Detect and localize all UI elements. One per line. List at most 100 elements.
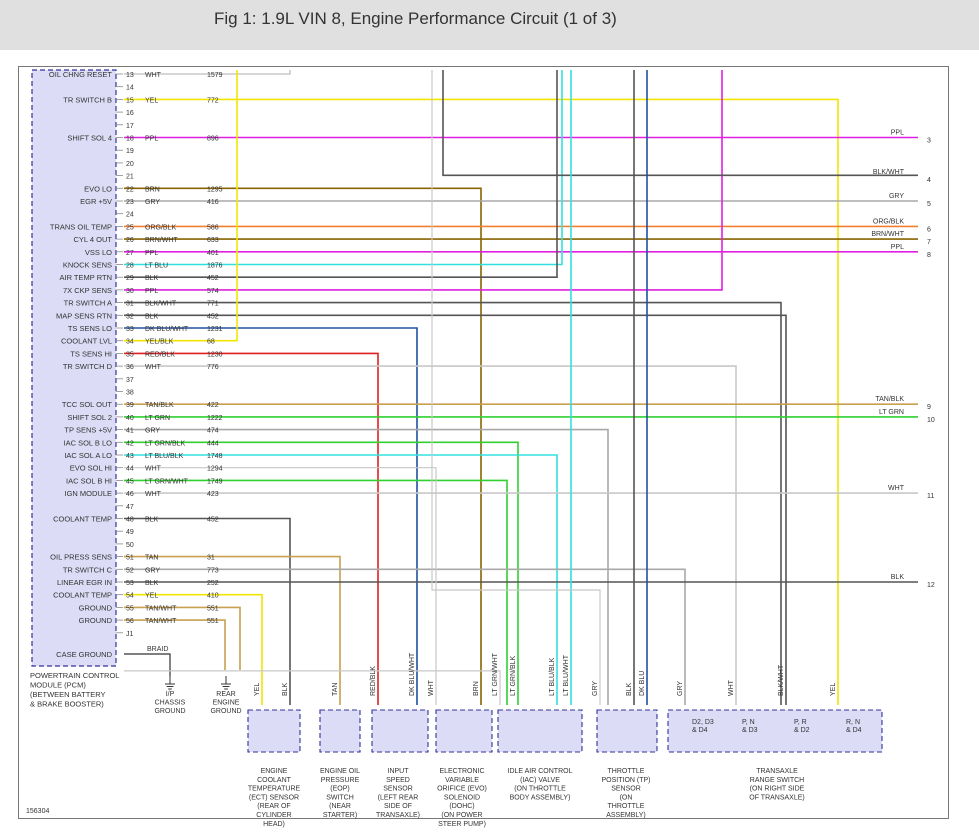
pcm-pin-label: AIR TEMP RTN xyxy=(59,273,112,282)
circuit-number: 452 xyxy=(207,275,219,282)
component-label: (REAR OF xyxy=(257,803,290,810)
wire-color-label: DK BLU/WHT xyxy=(145,326,189,333)
circuit-number: 452 xyxy=(207,517,219,524)
pin-number: 54 xyxy=(126,593,134,600)
pcm-pin-label: KNOCK SENS xyxy=(63,261,112,270)
right-wire-label: BRN/WHT xyxy=(871,231,904,238)
pcm-pin-label: TRANS OIL TEMP xyxy=(50,222,112,231)
pin-number: 22 xyxy=(126,186,134,193)
circuit-number: 68 xyxy=(207,339,215,346)
pcm-wire xyxy=(124,314,787,705)
pcm-pin-label: GROUND xyxy=(79,603,113,612)
pin-number: 46 xyxy=(126,491,134,498)
component-label: POSITION (TP) xyxy=(602,777,651,784)
right-wire-label: TAN/BLK xyxy=(875,396,904,403)
component-label: IDLE AIR CONTROL xyxy=(508,768,573,775)
wiring-diagram: OIL CHNG RESET 13 WHT 1579 14 TR SWITCH B 15 YE… xyxy=(18,66,949,828)
circuit-number: 633 xyxy=(207,237,219,244)
wire-color-label: BLK xyxy=(145,580,159,587)
circuit-number: 1876 xyxy=(207,263,223,270)
wire-color-label: YEL xyxy=(145,97,158,104)
pcm-pin-label: OIL CHNG RESET xyxy=(49,70,112,79)
component-wire-label: WHT xyxy=(728,679,735,696)
circuit-number: 31 xyxy=(207,555,215,562)
wire-color-label: GRY xyxy=(145,199,160,206)
pcm-wire xyxy=(124,428,609,705)
pin-number: 20 xyxy=(126,161,134,168)
component-label: SPEED xyxy=(386,777,410,784)
pin-number: 31 xyxy=(126,301,134,308)
component-label: (ON RIGHT SIDE xyxy=(750,786,805,793)
pcm-pin-label: SHIFT SOL 4 xyxy=(67,134,112,143)
pin-number: 29 xyxy=(126,275,134,282)
pcm-pin-label: SHIFT SOL 2 xyxy=(67,413,112,422)
switch-position-label: D2, D3 xyxy=(692,719,714,726)
pin-number: 42 xyxy=(126,440,134,447)
component-label: ENGINE xyxy=(261,768,288,775)
pcm-pin-label: COOLANT TEMP xyxy=(53,515,112,524)
pcm-pin-label: 7X CKP SENS xyxy=(63,286,112,295)
pin-number: 56 xyxy=(126,618,134,625)
component-label: OF TRANSAXLE) xyxy=(749,794,805,801)
circuit-number: 1231 xyxy=(207,326,223,333)
page-ref-number: 6 xyxy=(927,226,931,233)
pcm-description: & BRAKE BOOSTER) xyxy=(30,700,104,709)
component-wire-label: DK BLU/WHT xyxy=(409,652,416,696)
pcm-pin-label: TS SENS LO xyxy=(68,324,112,333)
pcm-pin-label: VSS LO xyxy=(85,248,112,257)
component-label: TRANSAXLE xyxy=(756,768,798,775)
wire-color-label: LT BLU xyxy=(145,263,168,270)
right-wire-label: LT GRN xyxy=(879,409,904,416)
pin-number: 28 xyxy=(126,263,134,270)
switch-position-label: & D3 xyxy=(742,727,758,734)
braid-label: BRAID xyxy=(147,646,168,653)
pcm-pin-label: OIL PRESS SENS xyxy=(50,553,112,562)
component-label: SENSOR xyxy=(383,786,413,793)
pin-number: J1 xyxy=(126,631,134,638)
circuit-number: 474 xyxy=(207,428,219,435)
pcm-description: POWERTRAIN CONTROL xyxy=(30,671,119,680)
pin-number: 39 xyxy=(126,402,134,409)
pin-number: 19 xyxy=(126,148,134,155)
pcm-description: MODULE (PCM) xyxy=(30,681,86,690)
wire-color-label: GRY xyxy=(145,567,160,574)
pcm-pin-label: GROUND xyxy=(79,616,113,625)
right-wire-label: PPL xyxy=(891,244,904,251)
pin-number: 47 xyxy=(126,504,134,511)
component-box xyxy=(371,709,429,753)
pin-number: 21 xyxy=(126,174,134,181)
pin-number: 26 xyxy=(126,237,134,244)
feed-wire xyxy=(431,70,601,705)
component-label: PRESSURE xyxy=(321,777,360,784)
component-label: (ECT) SENSOR xyxy=(249,794,299,801)
wire-color-label: LT GRN/WHT xyxy=(145,478,189,485)
wire-color-label: BLK xyxy=(145,275,159,282)
pin-number: 37 xyxy=(126,377,134,384)
right-wire-label: BLK xyxy=(891,574,905,581)
right-wire-label: PPL xyxy=(891,130,904,137)
pcm-pin-label: TCC SOL OUT xyxy=(62,400,113,409)
pin-number: 23 xyxy=(126,199,134,206)
pin-number: 44 xyxy=(126,466,134,473)
circuit-number: 422 xyxy=(207,402,219,409)
component-wire-label: GRY xyxy=(592,681,599,696)
switch-position-label: & D4 xyxy=(846,727,862,734)
pin-number: 55 xyxy=(126,605,134,612)
figure-id: 156304 xyxy=(26,808,49,815)
pcm-pin-label: EGR +5V xyxy=(80,197,112,206)
pin-number: 15 xyxy=(126,97,134,104)
pcm-pin-label: CYL 4 OUT xyxy=(74,235,113,244)
circuit-number: 1748 xyxy=(207,453,223,460)
component-label: VARIABLE xyxy=(445,777,479,784)
ground-label: GROUND xyxy=(154,708,185,715)
pcm-pin-label: IGN MODULE xyxy=(64,489,112,498)
page-ref-number: 8 xyxy=(927,252,931,259)
pcm-pin-label: COOLANT LVL xyxy=(61,337,112,346)
circuit-number: 771 xyxy=(207,301,219,308)
pin-number: 14 xyxy=(126,85,134,92)
circuit-number: 410 xyxy=(207,593,219,600)
component-label: (EOP) xyxy=(330,786,349,793)
ground-label: REAR xyxy=(216,691,235,698)
pcm-pin-label: TR SWITCH C xyxy=(63,565,113,574)
component-label: TRANSAXLE) xyxy=(376,812,420,819)
